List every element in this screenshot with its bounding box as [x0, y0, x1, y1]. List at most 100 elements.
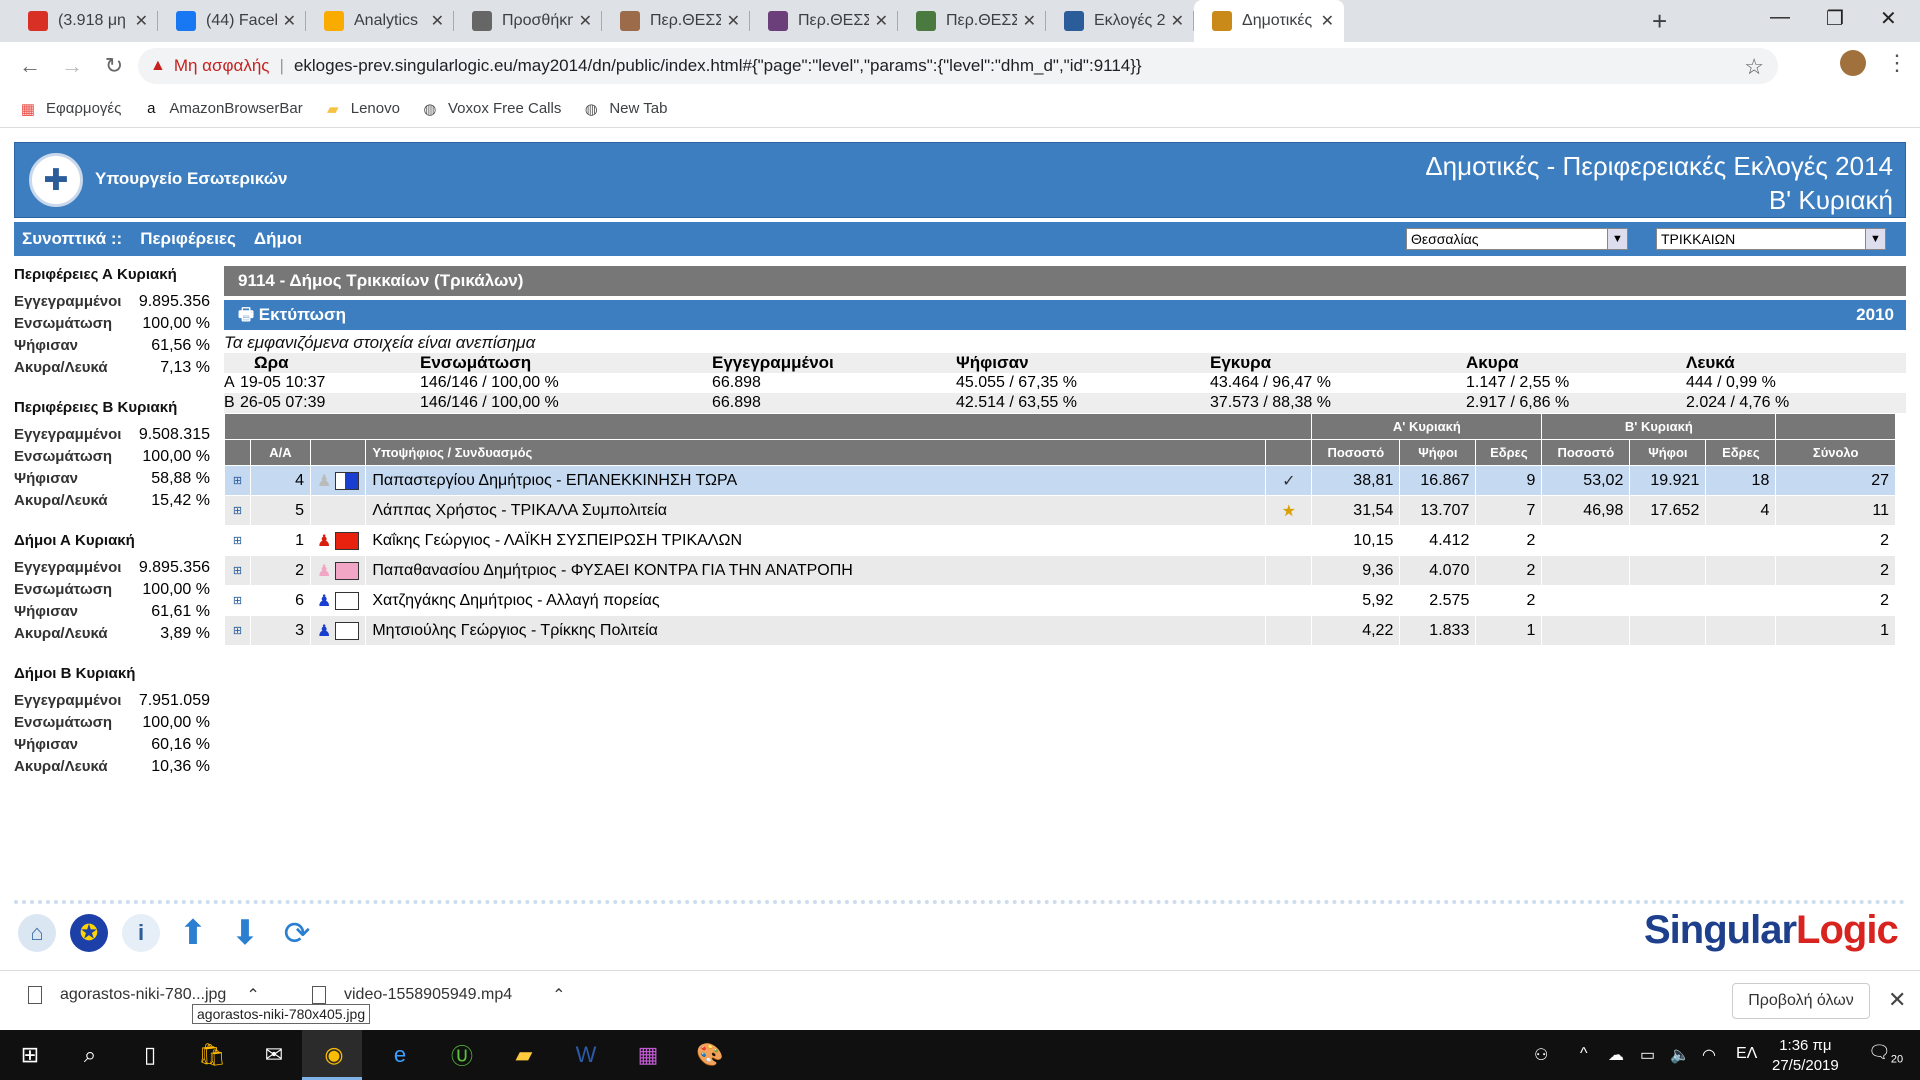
expand-icon[interactable]: ⊞	[224, 495, 251, 526]
notifications-icon[interactable]: 🗨20	[1868, 1042, 1903, 1066]
browser-tab[interactable]: Δημοτικές - Πε ✕	[1194, 0, 1344, 42]
upwork-icon[interactable]: Ⓤ	[446, 1039, 478, 1071]
menu-summary[interactable]: Συνοπτικά ::	[22, 229, 122, 249]
system-clock[interactable]: 1:36 πμ 27/5/2019	[1772, 1036, 1839, 1076]
battery-icon[interactable]: ▭	[1640, 1045, 1655, 1065]
browser-tab[interactable]: (3.918 μη αναγ ✕	[10, 0, 158, 42]
table-row[interactable]: ⊞ 4 ♟ Παπαστεργίου Δημήτριος - ΕΠΑΝΕΚΚΙΝΗΣΗ…	[224, 465, 1896, 496]
bookmark-item[interactable]: ◍ Voxox Free Calls	[422, 100, 561, 118]
windows-start-icon[interactable]: ⊞	[14, 1039, 46, 1071]
language-indicator[interactable]: ΕΛ	[1736, 1045, 1757, 1063]
browser-tab[interactable]: Περ.ΘΕΣΣΑΛΙΑΣ ✕	[898, 0, 1046, 42]
close-tab-icon[interactable]: ✕	[135, 11, 148, 31]
close-tab-icon[interactable]: ✕	[1321, 11, 1334, 31]
browser-tab[interactable]: (44) Facebook ✕	[158, 0, 306, 42]
candidate-name[interactable]: Παπαστεργίου Δημήτριος - ΕΠΑΝΕΚΚΙΝΗΣΗ ΤΩ…	[365, 465, 1267, 496]
back-button[interactable]: ←	[18, 53, 42, 79]
browser-tab[interactable]: Περ.ΘΕΣΣΑΛΙΑΣ ✕	[602, 0, 750, 42]
wifi-icon[interactable]: ◠	[1702, 1045, 1716, 1065]
bookmark-item[interactable]: ◍ New Tab	[583, 100, 668, 118]
download-item[interactable]: agorastos-niki-780...jpg ⌃	[28, 985, 260, 1005]
menu-municipalities[interactable]: Δήμοι	[254, 229, 302, 249]
close-tab-icon[interactable]: ✕	[1023, 11, 1036, 31]
col-seats-a[interactable]: Εδρες	[1475, 439, 1543, 466]
menu-regions[interactable]: Περιφέρειες	[140, 229, 236, 249]
browser-tab[interactable]: Εκλογές 2019 ✕	[1046, 0, 1194, 42]
chevron-up-icon[interactable]: ⌃	[246, 985, 259, 1005]
arrow-up-icon[interactable]: ⬆	[174, 914, 212, 952]
col-aa[interactable]: Α/Α	[250, 439, 311, 466]
browser-tab[interactable]: Analytics ✕	[306, 0, 454, 42]
eu-stars-icon[interactable]: ✪	[70, 914, 108, 952]
arrow-down-icon[interactable]: ⬇	[226, 914, 264, 952]
close-tab-icon[interactable]: ✕	[875, 11, 888, 31]
mail-icon[interactable]: ✉	[258, 1039, 290, 1071]
close-tab-icon[interactable]: ✕	[283, 11, 296, 31]
print-icon[interactable]: 🖶	[238, 305, 254, 324]
table-row[interactable]: ⊞ 3 ♟ Μητσιούλης Γεώργιος - Τρίκκης Πολιτεί…	[224, 615, 1896, 646]
expand-icon[interactable]: ⊞	[224, 615, 251, 646]
candidate-name[interactable]: Λάππας Χρήστος - ΤΡΙΚΑΛΑ Συμπολιτεία	[365, 495, 1267, 526]
forward-button[interactable]: →	[60, 53, 84, 79]
col-seats-b[interactable]: Εδρες	[1705, 439, 1777, 466]
edge-icon[interactable]: e	[384, 1039, 416, 1071]
info-icon[interactable]: i	[122, 914, 160, 952]
year-link[interactable]: 2010	[1856, 300, 1894, 330]
bookmark-star-icon[interactable]: ☆	[1744, 54, 1764, 80]
bookmark-item[interactable]: ▦ Εφαρμογές	[20, 100, 121, 118]
table-row[interactable]: ⊞ 5 Λάππας Χρήστος - ΤΡΙΚΑΛΑ Συμπολιτεία ★ 3…	[224, 495, 1896, 526]
word-icon[interactable]: W	[570, 1039, 602, 1071]
close-tab-icon[interactable]: ✕	[579, 11, 592, 31]
new-tab-button[interactable]: +	[1652, 6, 1667, 37]
candidate-name[interactable]: Χατζηγάκης Δημήτριος - Αλλαγή πορείας	[365, 585, 1267, 616]
table-row[interactable]: ⊞ 6 ♟ Χατζηγάκης Δημήτριος - Αλλαγή πορείας…	[224, 585, 1896, 616]
task-view-icon[interactable]: ▯	[134, 1039, 166, 1071]
url-text[interactable]: ekloges-prev.singularlogic.eu/may2014/dn…	[294, 56, 1142, 76]
tray-chevron-icon[interactable]: ^	[1580, 1045, 1588, 1063]
expand-icon[interactable]: ⊞	[224, 525, 251, 556]
candidate-name[interactable]: Παπαθανασίου Δημήτριος - ΦΥΣΑΕΙ ΚΟΝΤΡΑ Γ…	[365, 555, 1267, 586]
expand-icon[interactable]: ⊞	[224, 465, 251, 496]
maximize-button[interactable]: ❐	[1826, 6, 1844, 31]
refresh-icon[interactable]: ⟳	[278, 914, 316, 952]
file-explorer-icon[interactable]: ▰	[508, 1039, 540, 1071]
col-pct-a[interactable]: Ποσοστό	[1311, 439, 1401, 466]
close-tab-icon[interactable]: ✕	[431, 11, 444, 31]
home-icon[interactable]: ⌂	[18, 914, 56, 952]
expand-icon[interactable]: ⊞	[224, 555, 251, 586]
col-candidate[interactable]: Υποψήφιος / Συνδυασμός	[365, 439, 1267, 466]
people-icon[interactable]: ⚇	[1534, 1045, 1548, 1065]
col-votes-b[interactable]: Ψήφοι	[1629, 439, 1707, 466]
col-pct-b[interactable]: Ποσοστό	[1541, 439, 1631, 466]
col-total[interactable]: Σύνολο	[1775, 439, 1896, 466]
close-window-button[interactable]: ✕	[1880, 6, 1897, 31]
close-tab-icon[interactable]: ✕	[1171, 11, 1184, 31]
bookmark-item[interactable]: a AmazonBrowserBar	[143, 100, 303, 117]
expand-icon[interactable]: ⊞	[224, 585, 251, 616]
candidate-name[interactable]: Καΐκης Γεώργιος - ΛΑΪΚΗ ΣΥΣΠΕΙΡΩΣΗ ΤΡΙΚΑ…	[365, 525, 1267, 556]
browser-tab[interactable]: Προσθήκη άρθ ✕	[454, 0, 602, 42]
chevron-up-icon[interactable]: ⌃	[552, 985, 565, 1005]
table-row[interactable]: ⊞ 2 ♟ Παπαθανασίου Δημήτριος - ΦΥΣΑΕΙ ΚΟΝΤΡ…	[224, 555, 1896, 586]
winrar-icon[interactable]: ▦	[632, 1039, 664, 1071]
reload-button[interactable]: ↻	[102, 53, 126, 79]
candidate-name[interactable]: Μητσιούλης Γεώργιος - Τρίκκης Πολιτεία	[365, 615, 1267, 646]
profile-avatar[interactable]	[1840, 50, 1866, 76]
bookmark-item[interactable]: ▰ Lenovo	[325, 100, 400, 118]
print-link[interactable]: Εκτύπωση	[259, 305, 346, 324]
browser-tab[interactable]: Περ.ΘΕΣΣΑΛΙΑΣ ✕	[750, 0, 898, 42]
close-tab-icon[interactable]: ✕	[727, 11, 740, 31]
minimize-button[interactable]: —	[1770, 6, 1790, 29]
municipality-select[interactable]: ΤΡΙΚΚΑΙΩΝ ▼	[1656, 228, 1886, 250]
close-download-bar-icon[interactable]: ✕	[1888, 987, 1906, 1013]
download-item[interactable]: video-1558905949.mp4 ⌃	[312, 985, 566, 1005]
table-row[interactable]: ⊞ 1 ♟ Καΐκης Γεώργιος - ΛΑΪΚΗ ΣΥΣΠΕΙΡΩΣΗ ΤΡ…	[224, 525, 1896, 556]
store-icon[interactable]: 🛍	[196, 1039, 228, 1071]
menu-kebab-icon[interactable]: ⋮	[1886, 50, 1908, 76]
address-bar[interactable]: ▲ Μη ασφαλής | ekloges-prev.singularlogi…	[138, 48, 1778, 84]
onedrive-icon[interactable]: ☁	[1608, 1045, 1624, 1065]
paint-icon[interactable]: 🎨	[694, 1039, 726, 1071]
show-all-downloads-button[interactable]: Προβολή όλων	[1732, 983, 1870, 1019]
volume-icon[interactable]: 🔈	[1670, 1045, 1690, 1065]
col-votes-a[interactable]: Ψήφοι	[1399, 439, 1477, 466]
